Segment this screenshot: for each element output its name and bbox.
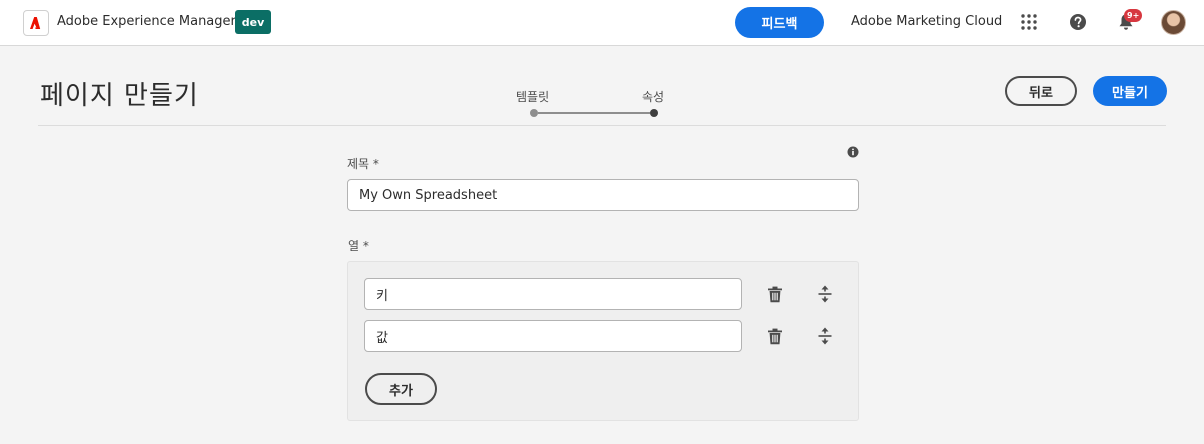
apps-grid-icon[interactable] (1018, 11, 1040, 33)
page-title: 페이지 만들기 (40, 81, 199, 111)
wizard-step-line (538, 112, 650, 114)
column-input-value[interactable]: 값 (364, 320, 742, 352)
step-properties-dot (650, 109, 658, 117)
feedback-button[interactable]: 피드백 (735, 7, 824, 38)
adobe-logo-icon[interactable] (23, 10, 49, 36)
step-template-label: 템플릿 (516, 90, 550, 104)
app-title[interactable]: Adobe Experience Manager (57, 14, 236, 29)
info-icon[interactable] (847, 143, 859, 158)
notification-count-badge: 9+ (1124, 9, 1143, 22)
delete-icon[interactable] (766, 327, 784, 345)
environment-badge: dev (235, 10, 271, 34)
avatar[interactable] (1161, 10, 1186, 35)
step-properties-label: 속성 (642, 90, 665, 104)
title-input[interactable]: My Own Spreadsheet (347, 179, 859, 211)
add-column-button[interactable]: 추가 (365, 373, 437, 405)
header-divider (38, 125, 1166, 126)
reorder-handle-icon[interactable] (816, 327, 834, 345)
column-input-key[interactable]: 키 (364, 278, 742, 310)
columns-field-label: 열 * (348, 239, 369, 253)
delete-icon[interactable] (766, 285, 784, 303)
reorder-handle-icon[interactable] (816, 285, 834, 303)
step-template-dot[interactable] (530, 109, 538, 117)
top-bar: Adobe Experience Manager dev 피드백 Adobe M… (0, 0, 1204, 46)
help-icon[interactable] (1068, 12, 1088, 32)
create-button[interactable]: 만들기 (1093, 76, 1167, 106)
marketing-cloud-link[interactable]: Adobe Marketing Cloud (851, 14, 1002, 29)
title-field-label: 제목 * (347, 157, 379, 171)
back-button[interactable]: 뒤로 (1005, 76, 1077, 106)
